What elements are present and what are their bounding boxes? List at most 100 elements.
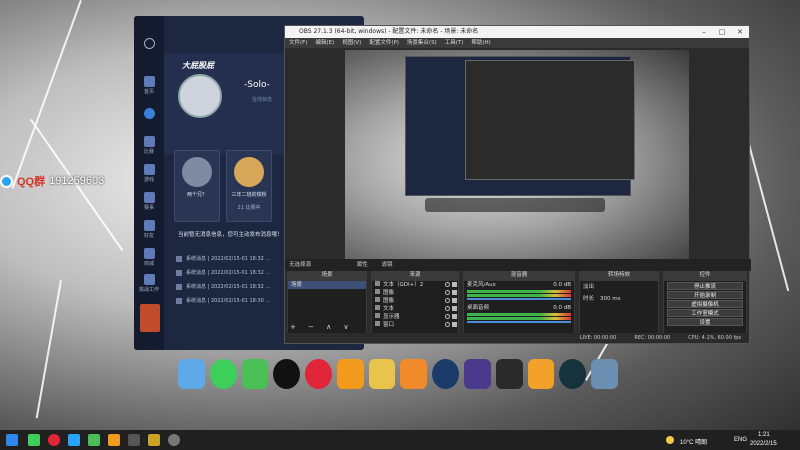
client-logo: 大屁股屁 [182, 61, 214, 70]
lock-icon[interactable] [452, 290, 457, 295]
bin-icon[interactable] [591, 359, 618, 389]
scenes-dock: 场景 + − ∧ ∨ [287, 280, 367, 334]
minimize-icon[interactable]: – [695, 26, 713, 38]
properties-button[interactable]: 属性 [357, 262, 368, 268]
menu-help[interactable]: 帮助(H) [471, 38, 490, 48]
maximize-icon[interactable]: □ [713, 26, 731, 38]
eye-icon[interactable] [445, 322, 450, 327]
menu-edit[interactable]: 编辑(E) [315, 38, 334, 48]
friend-card[interactable]: 三年二班的铁粉 21 比赛中 [226, 150, 272, 222]
clock-date[interactable]: 2022/2/15 [750, 441, 777, 447]
source-item[interactable]: 文本（GDI+）2 [372, 281, 458, 289]
sidebar-item-match[interactable]: 比赛 [137, 136, 161, 155]
close-icon[interactable]: ✕ [731, 26, 749, 38]
5e-icon[interactable] [464, 359, 491, 389]
cpu-fps: CPU: 4.1%, 60.00 fps [688, 335, 741, 341]
taskbar-g-icon[interactable] [108, 434, 120, 446]
avatar[interactable] [178, 74, 222, 118]
image-icon [375, 297, 380, 302]
eye-icon[interactable] [445, 290, 450, 295]
taskbar-qq-icon[interactable] [68, 434, 80, 446]
window-title: OBS 27.1.3 (64-bit, windows) - 配置文件: 未命名… [299, 28, 479, 35]
menu-view[interactable]: 视图(V) [342, 38, 361, 48]
studio-mode-button[interactable]: 工作室模式 [667, 309, 743, 317]
lock-icon[interactable] [452, 314, 457, 319]
taskbar-app-icon[interactable] [148, 434, 160, 446]
menu-tools[interactable]: 工具(T) [445, 38, 464, 48]
taskbar-obs-icon[interactable] [168, 434, 180, 446]
source-item[interactable]: 文本 [372, 305, 458, 313]
computer-icon[interactable] [178, 359, 205, 389]
sidebar-item-games[interactable]: 游戏 [137, 164, 161, 183]
menu-file[interactable]: 文件(F) [289, 38, 307, 48]
start-recording-button[interactable]: 开始录制 [667, 291, 743, 299]
audio-meter [467, 317, 571, 320]
games-icon [143, 164, 155, 175]
obs-window[interactable]: OBS 27.1.3 (64-bit, windows) - 配置文件: 未命名… [284, 25, 751, 344]
csgo-icon[interactable] [495, 359, 523, 389]
eye-icon[interactable] [445, 282, 450, 287]
obs-menubar: 文件(F) 编辑(E) 视图(V) 配置文件(P) 场景集合(S) 工具(T) … [285, 38, 749, 48]
g-app-icon[interactable] [336, 359, 364, 389]
eye-icon[interactable] [445, 298, 450, 303]
volume-slider[interactable] [467, 321, 571, 323]
weather-text[interactable]: 10°C 晴朗 [680, 437, 707, 446]
lock-icon[interactable] [452, 298, 457, 303]
volume-slider[interactable] [467, 298, 571, 300]
sidebar-back[interactable] [137, 38, 161, 50]
game-app-icon[interactable] [400, 359, 428, 389]
netease-music-icon[interactable] [305, 359, 332, 389]
source-item[interactable]: 图像 [372, 289, 458, 297]
sidebar-item-shop[interactable]: 商城 [137, 248, 161, 267]
taskbar-wechat-icon[interactable] [88, 434, 100, 446]
windows-start-icon[interactable] [6, 434, 18, 446]
scene-item[interactable]: 场景 [288, 281, 366, 289]
scene-controls[interactable]: + − ∧ ∨ [290, 323, 354, 331]
window-icon [375, 321, 380, 326]
lock-icon[interactable] [452, 322, 457, 327]
ie-icon[interactable] [209, 359, 237, 389]
lock-icon[interactable] [452, 306, 457, 311]
eye-icon[interactable] [445, 306, 450, 311]
taskbar-app-icon[interactable] [128, 434, 140, 446]
clock-time[interactable]: 1:21 [758, 432, 770, 438]
steam-icon[interactable] [432, 359, 460, 389]
source-item[interactable]: 窗口 [372, 321, 458, 329]
qq-label: QQ群 [17, 176, 46, 188]
lock-icon[interactable] [452, 282, 457, 287]
virtual-camera-button[interactable]: 虚拟摄像机 [667, 300, 743, 308]
language-indicator[interactable]: ENG [734, 437, 747, 443]
taskbar-ie-icon[interactable] [28, 434, 40, 446]
wallpaper-stroke [35, 280, 62, 419]
weather-icon [666, 436, 674, 444]
sidebar-item-pacman[interactable] [137, 108, 161, 120]
audio-meter [467, 290, 571, 293]
transition-select[interactable]: 淡出 [580, 283, 658, 291]
owl-app-icon[interactable] [368, 359, 396, 389]
filters-button[interactable]: 滤镜 [382, 262, 393, 268]
promo-badge[interactable] [140, 304, 160, 332]
transition-duration[interactable]: 时长 300 ms [580, 295, 658, 303]
obs-preview[interactable] [345, 50, 689, 270]
stop-streaming-button[interactable]: 停止推流 [667, 282, 743, 290]
home-icon [143, 76, 155, 87]
fox-app-icon[interactable] [527, 359, 555, 389]
wallpaper-stroke [11, 0, 82, 189]
sidebar-item-tools[interactable]: 挑战工作 [137, 274, 161, 293]
menu-scene-collection[interactable]: 场景集合(S) [407, 38, 437, 48]
pacman-icon [143, 108, 155, 119]
sidebar-item-friends[interactable]: 好友 [137, 220, 161, 239]
friend-card[interactable]: 两个兄？ [174, 150, 220, 222]
settings-button[interactable]: 设置 [667, 318, 743, 326]
obs-titlebar[interactable]: OBS 27.1.3 (64-bit, windows) - 配置文件: 未命名… [285, 26, 749, 38]
source-item[interactable]: 图像 [372, 297, 458, 305]
eye-icon[interactable] [445, 314, 450, 319]
source-item[interactable]: 显示器 [372, 313, 458, 321]
qq-app-icon[interactable] [273, 359, 301, 389]
sidebar-item-events[interactable]: 赛事 [137, 192, 161, 211]
power-app-icon[interactable] [559, 359, 587, 389]
sidebar-item-home[interactable]: 首页 [137, 76, 161, 95]
wechat-icon[interactable] [241, 359, 269, 389]
taskbar-music-icon[interactable] [48, 434, 60, 446]
menu-profile[interactable]: 配置文件(P) [369, 38, 399, 48]
